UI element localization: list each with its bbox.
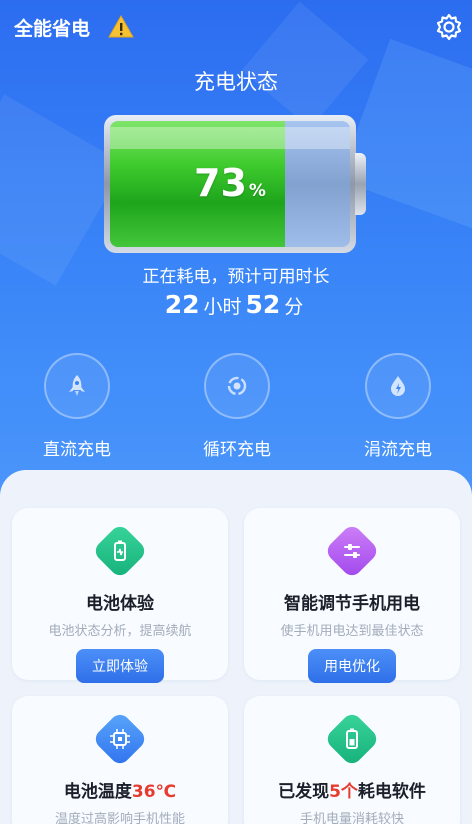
mode-label: 循环充电 (203, 440, 271, 460)
temperature-value: 36℃ (131, 782, 177, 802)
battery-percent-unit: % (248, 181, 266, 201)
card-icon-badge (91, 522, 149, 580)
card-icon-badge (323, 522, 381, 580)
card-smart-power[interactable]: 智能调节手机用电 使手机用电达到最佳状态 用电优化 (244, 508, 460, 683)
rocket-icon (69, 375, 85, 396)
card-icon-badge (323, 710, 381, 768)
remaining-minutes: 52 (245, 290, 281, 319)
sliders-icon (344, 544, 360, 558)
title-prefix: 电池温度 (63, 782, 132, 802)
battery-icon (346, 728, 358, 749)
app-title: 全能省电 (14, 18, 91, 40)
card-title: 电池温度36℃ (12, 777, 228, 802)
battery-gloss (110, 127, 350, 149)
card-title: 已发现5个耗电软件 (244, 777, 460, 802)
hero-section: 全能省电 充电状态 73% 正在耗电，预计可用时长 22 小时 52 分 直流充… (0, 0, 472, 500)
remaining-hours: 22 (164, 290, 200, 319)
mode-trickle-charge[interactable]: 涓流充电 (333, 353, 463, 460)
battery-icon (114, 540, 126, 561)
card-icon-badge (91, 710, 149, 768)
card-battery-experience[interactable]: 电池体验 电池状态分析，提高续航 立即体验 (12, 508, 228, 683)
card-description: 温度过高影响手机性能 (54, 812, 185, 824)
drain-status-text: 正在耗电，预计可用时长 (142, 267, 330, 287)
mode-direct-charge[interactable]: 直流充电 (12, 353, 142, 460)
battery-tip (355, 153, 366, 215)
try-now-button[interactable]: 立即体验 (76, 649, 164, 683)
battery-indicator: 73% (104, 115, 366, 253)
feature-panel: 电池体验 电池状态分析，提高续航 立即体验 智能调节手机用电 使手机用电达到最佳… (0, 470, 472, 824)
card-power-hungry-apps[interactable]: 已发现5个耗电软件 手机电量消耗较快 (244, 696, 460, 824)
battery-percent: 73% (104, 161, 356, 205)
mode-ring[interactable] (44, 353, 110, 419)
charging-status-title: 充电状态 (194, 70, 278, 94)
card-battery-temperature[interactable]: 电池温度36℃ 温度过高影响手机性能 (12, 696, 228, 824)
card-description: 电池状态分析，提高续航 (48, 624, 192, 639)
cycle-icon (227, 376, 247, 396)
card-description: 使手机用电达到最佳状态 (280, 624, 424, 639)
gear-icon[interactable] (434, 12, 464, 42)
remaining-time: 22 小时 52 分 (0, 290, 472, 319)
mode-label: 直流充电 (43, 440, 111, 460)
title-prefix: 已发现 (278, 782, 330, 802)
battery-percent-value: 73 (194, 161, 247, 205)
title-suffix: 耗电软件 (357, 782, 426, 802)
chip-icon (110, 729, 130, 749)
mode-label: 涓流充电 (364, 440, 432, 460)
mode-cycle-charge[interactable]: 循环充电 (172, 353, 302, 460)
decor-facet (241, 1, 369, 129)
card-title: 智能调节手机用电 (284, 594, 420, 614)
minutes-unit: 分 (284, 296, 304, 318)
water-drop-icon (391, 376, 405, 396)
card-title: 电池体验 (86, 594, 154, 614)
mode-ring[interactable] (204, 353, 270, 419)
warning-icon[interactable] (108, 14, 134, 40)
power-optimize-button[interactable]: 用电优化 (308, 649, 396, 683)
hours-unit: 小时 (203, 296, 242, 318)
app-count: 5个 (329, 782, 358, 802)
mode-ring[interactable] (365, 353, 431, 419)
card-description: 手机电量消耗较快 (299, 812, 404, 824)
